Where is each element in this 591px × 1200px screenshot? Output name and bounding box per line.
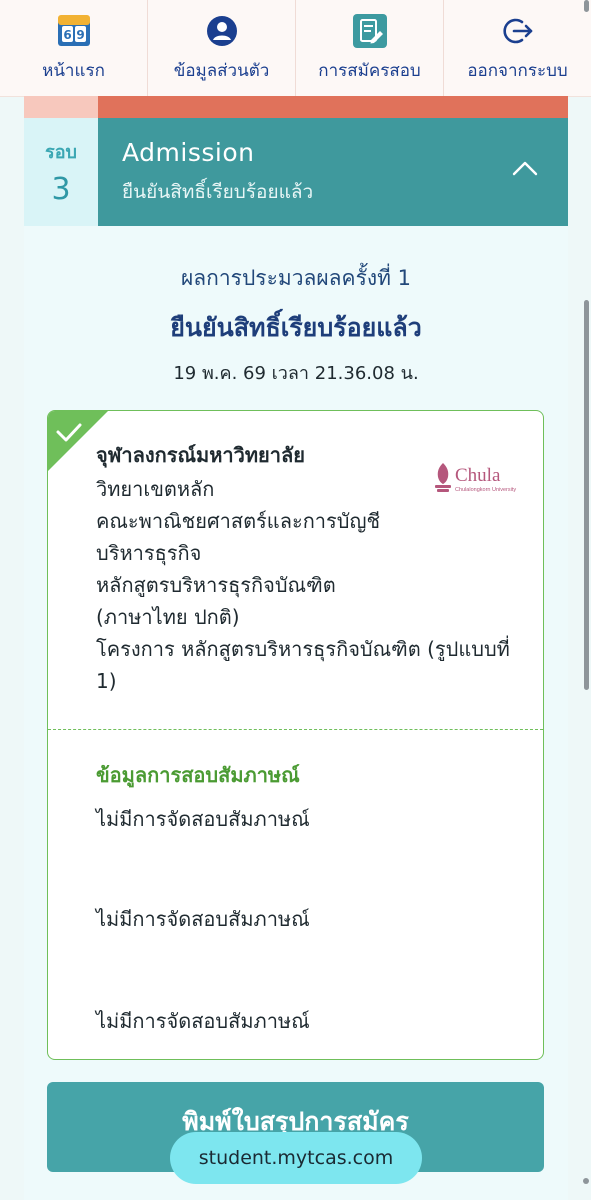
- program: หลักสูตรบริหารธุรกิจบัณฑิต: [96, 573, 336, 597]
- nav-label-home: หน้าแรก: [42, 61, 105, 81]
- program-details: วิทยาเขตหลัก คณะพาณิชยศาสตร์และการบัญชี …: [96, 473, 526, 697]
- previous-round-strip[interactable]: [98, 96, 568, 118]
- home-69-icon: 6 9: [57, 13, 91, 49]
- top-nav: 6 9 หน้าแรก ข้อมูลส่วนตัว การสมัครสอบ ออ…: [0, 0, 591, 97]
- round-number: 3: [51, 172, 71, 207]
- campus: วิทยาเขตหลัก: [96, 477, 215, 501]
- nav-label-logout: ออกจากระบบ: [467, 61, 568, 81]
- round-content-panel: ผลการประมวลผลครั้งที่ 1 ยืนยันสิทธิ์เรีย…: [24, 226, 568, 1200]
- round-indicator: รอบ 3: [24, 118, 98, 226]
- nav-logout[interactable]: ออกจากระบบ: [444, 0, 591, 96]
- round-label: รอบ: [45, 142, 77, 163]
- program-language: (ภาษาไทย ปกติ): [96, 605, 240, 629]
- nav-home[interactable]: 6 9 หน้าแรก: [0, 0, 148, 96]
- nav-label-profile: ข้อมูลส่วนตัว: [173, 61, 270, 81]
- nav-label-applications: การสมัครสอบ: [318, 61, 421, 81]
- faculty: คณะพาณิชยศาสตร์และการบัญชี: [96, 509, 381, 533]
- previous-round-strip-left: [24, 96, 98, 118]
- user-circle-icon: [206, 13, 238, 49]
- result-status: ยืนยันสิทธิ์เรียบร้อยแล้ว: [170, 313, 422, 342]
- confirmed-program-card: Chula Chulalongkorn University จุฬาลงกรณ…: [47, 410, 544, 1060]
- round-title: Admission: [122, 138, 255, 167]
- result-timestamp: 19 พ.ค. 69 เวลา 21.36.08 น.: [173, 363, 419, 384]
- svg-text:6: 6: [63, 28, 71, 42]
- chevron-up-icon[interactable]: [512, 160, 538, 176]
- field: บริหารธุรกิจ: [96, 541, 202, 565]
- project-cont: 1): [96, 669, 117, 693]
- svg-text:9: 9: [76, 28, 84, 42]
- interview-item: ไม่มีการจัดสอบสัมภาษณ์: [96, 1009, 310, 1033]
- nav-profile[interactable]: ข้อมูลส่วนตัว: [148, 0, 296, 96]
- scrollbar-top: [584, 0, 589, 12]
- university-name: จุฬาลงกรณ์มหาวิทยาลัย: [96, 443, 305, 467]
- logout-icon: [502, 13, 534, 49]
- url-bar[interactable]: student.mytcas.com: [170, 1132, 422, 1184]
- interview-item: ไม่มีการจัดสอบสัมภาษณ์: [96, 907, 310, 931]
- project: โครงการ หลักสูตรบริหารธุรกิจบัณฑิต (รูปแ…: [96, 637, 510, 661]
- round-subtitle: ยืนยันสิทธิ์เรียบร้อยแล้ว: [122, 181, 314, 203]
- interview-heading: ข้อมูลการสอบสัมภาษณ์: [96, 763, 300, 787]
- round-header[interactable]: Admission ยืนยันสิทธิ์เรียบร้อยแล้ว: [98, 118, 568, 226]
- processing-round-text: ผลการประมวลผลครั้งที่ 1: [181, 266, 411, 290]
- interview-item: ไม่มีการจัดสอบสัมภาษณ์: [96, 807, 310, 831]
- scrollbar-bottom: [583, 1178, 589, 1184]
- document-edit-icon: [352, 13, 388, 49]
- nav-applications[interactable]: การสมัครสอบ: [296, 0, 444, 96]
- scrollbar[interactable]: [584, 300, 589, 690]
- card-divider: [48, 729, 543, 730]
